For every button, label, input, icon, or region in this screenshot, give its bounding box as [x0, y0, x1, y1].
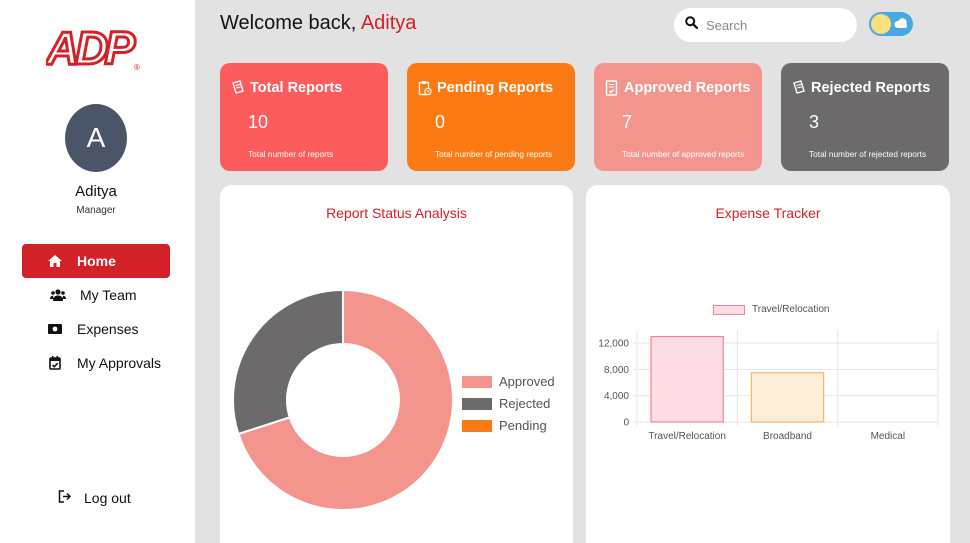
avatar: A [65, 104, 127, 172]
home-icon [46, 254, 64, 268]
legend-label: Travel/Relocation [752, 304, 830, 315]
svg-text:ADP: ADP [46, 22, 135, 72]
sidebar-item-my-approvals[interactable]: My Approvals [22, 346, 170, 380]
sidebar-item-expenses[interactable]: Expenses [22, 312, 170, 346]
card-count: 0 [435, 112, 446, 132]
bar-broadband[interactable] [750, 372, 825, 423]
card-description: Total number of rejected reports [809, 149, 927, 159]
team-icon [49, 288, 67, 302]
sidebar-item-label: My Team [80, 287, 137, 303]
card-title: Rejected Reports [811, 80, 931, 96]
y-tick-label: 8,000 [604, 365, 629, 376]
card-title: Total Reports [250, 80, 343, 96]
cloud-icon [894, 18, 907, 28]
panel-title: Report Status Analysis [326, 205, 467, 221]
expense-tracker-panel: Expense Tracker Travel/Relocation 0 4,000… [586, 185, 950, 543]
legend-rejected[interactable]: Rejected [462, 396, 550, 411]
card-pending-reports[interactable]: Pending Reports 0 Total number of pendin… [407, 63, 575, 171]
user-role: Manager [76, 205, 116, 216]
bar-travel-relocation[interactable] [650, 335, 724, 423]
report-status-panel: Report Status Analysis Approved Rejected… [220, 185, 573, 543]
sidebar-nav: Home My Team Expenses My Approvals [22, 244, 170, 380]
card-title: Approved Reports [624, 80, 751, 96]
receipt-icon [232, 80, 244, 94]
theme-toggle[interactable] [869, 12, 913, 36]
card-count: 3 [809, 112, 820, 132]
legend-swatch [462, 397, 492, 410]
legend-swatch [713, 304, 745, 315]
y-tick-label: 0 [623, 418, 629, 429]
card-description: Total number of reports [248, 149, 334, 159]
user-name: Aditya [75, 183, 117, 200]
welcome-heading: Welcome back, Aditya [220, 12, 416, 35]
card-description: Total number of pending reports [435, 149, 553, 159]
card-count: 7 [622, 112, 633, 132]
card-title: Pending Reports [437, 80, 554, 96]
legend-approved[interactable]: Approved [462, 374, 555, 389]
y-tick-label: 4,000 [604, 391, 629, 402]
logout-label: Log out [84, 490, 131, 506]
card-title-row: Rejected Reports [792, 80, 930, 96]
legend-label: Approved [499, 374, 555, 389]
x-tick-label: Medical [871, 431, 905, 442]
expense-bar-chart: 0 4,000 8,000 12,000 Travel/Relocation Broadb… [598, 330, 939, 442]
card-title-row: Total Reports [231, 80, 342, 96]
logout-button[interactable]: Log out [58, 490, 131, 506]
search-icon [685, 16, 699, 34]
sidebar-item-my-team[interactable]: My Team [22, 278, 170, 312]
document-check-icon [605, 80, 618, 96]
donut-slice-rejected[interactable] [232, 288, 344, 436]
legend-pending[interactable]: Pending [462, 418, 547, 433]
sidebar-item-home[interactable]: Home [22, 244, 170, 278]
card-approved-reports[interactable]: Approved Reports 7 Total number of appro… [594, 63, 762, 171]
y-tick-label: 12,000 [598, 339, 629, 350]
sidebar-item-label: My Approvals [77, 355, 162, 371]
card-description: Total number of approved reports [622, 149, 745, 159]
logout-icon [58, 490, 72, 506]
card-title-row: Pending Reports [418, 80, 553, 96]
svg-text:®: ® [134, 63, 140, 72]
legend-label: Rejected [499, 396, 551, 411]
legend-swatch [462, 375, 492, 388]
status-donut-chart [232, 288, 454, 511]
sidebar-item-label: Home [77, 253, 116, 269]
money-icon [46, 322, 64, 336]
sun-icon [871, 14, 891, 34]
card-rejected-reports[interactable]: Rejected Reports 3 Total number of rejec… [781, 63, 949, 171]
x-tick-label: Broadband [763, 431, 812, 442]
legend-label: Pending [499, 418, 547, 433]
welcome-name: Aditya [360, 12, 417, 34]
clipboard-clock-icon [418, 81, 432, 96]
card-title-row: Approved Reports [605, 80, 751, 96]
legend-travel-relocation[interactable]: Travel/Relocation [713, 304, 829, 315]
card-count: 10 [248, 112, 269, 132]
sidebar-item-label: Expenses [77, 321, 139, 337]
search-input[interactable] [706, 17, 846, 33]
legend-swatch [462, 419, 492, 432]
calendar-check-icon [46, 356, 64, 370]
search-box[interactable] [674, 8, 857, 42]
adp-logo[interactable]: ADP ® [46, 20, 146, 73]
welcome-prefix: Welcome back, [220, 12, 357, 34]
card-total-reports[interactable]: Total Reports 10 Total number of reports [220, 63, 388, 171]
panel-title: Expense Tracker [715, 205, 821, 221]
x-tick-label: Travel/Relocation [648, 431, 725, 442]
sidebar: ADP ® A Aditya Manager Home My Team Expe… [0, 0, 195, 543]
receipt-icon [793, 80, 805, 94]
